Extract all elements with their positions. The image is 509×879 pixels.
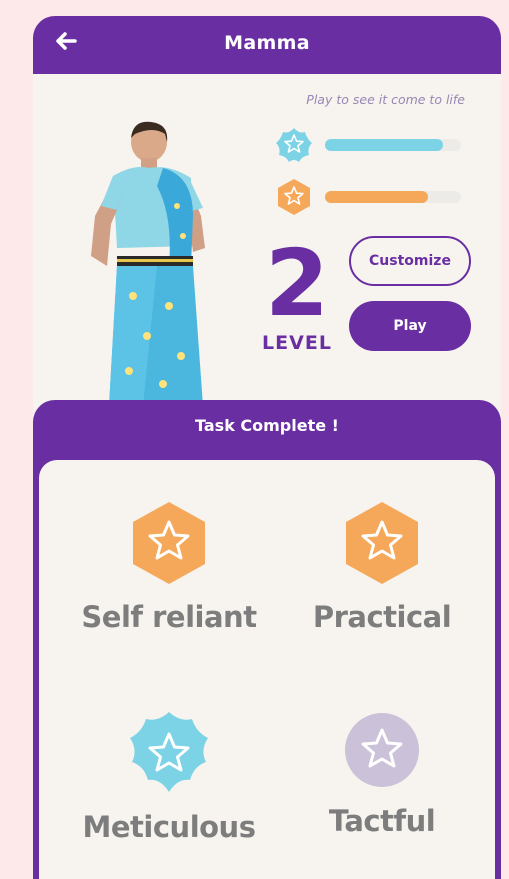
stat-meticulous-progress bbox=[275, 126, 465, 162]
trait-label: Self reliant bbox=[81, 600, 257, 634]
stat-track bbox=[325, 139, 461, 151]
lavender-circle-star-icon bbox=[345, 713, 419, 787]
trait-label: Practical bbox=[312, 600, 452, 634]
trait-meticulous: Meticulous bbox=[69, 710, 269, 844]
level-number: 2 bbox=[264, 230, 329, 337]
character-screen: Mamma Play to see it come to life 2 LEVE… bbox=[33, 16, 501, 879]
stat-track bbox=[325, 191, 461, 203]
task-complete-sheet: Task Complete ! Self reliant Practical M… bbox=[33, 400, 501, 879]
trait-practical: Practical bbox=[282, 500, 482, 634]
play-hint: Play to see it come to life bbox=[306, 92, 465, 107]
sheet-title: Task Complete ! bbox=[195, 416, 339, 435]
page-title: Mamma bbox=[224, 32, 310, 54]
top-bar: Mamma bbox=[33, 16, 501, 74]
stat-fill bbox=[325, 191, 429, 203]
trait-label: Tactful bbox=[328, 804, 436, 838]
orange-hexagon-star-icon bbox=[133, 502, 205, 584]
customize-button[interactable]: Customize bbox=[349, 236, 471, 286]
cyan-star-badge-icon bbox=[276, 128, 312, 162]
traits-panel: Self reliant Practical Meticulous Tactfu… bbox=[39, 460, 495, 879]
stat-fill bbox=[325, 139, 444, 151]
orange-hexagon-star-icon bbox=[346, 502, 418, 584]
play-button[interactable]: Play bbox=[349, 301, 471, 351]
level-label: LEVEL bbox=[262, 332, 332, 354]
cyan-flower-star-icon bbox=[130, 712, 208, 792]
character-avatar[interactable] bbox=[73, 116, 223, 416]
trait-tactful: Tactful bbox=[282, 710, 482, 838]
trait-label: Meticulous bbox=[82, 810, 256, 844]
trait-self-reliant: Self reliant bbox=[69, 500, 269, 634]
orange-star-badge-icon bbox=[278, 179, 310, 215]
stat-self-reliant-progress bbox=[275, 178, 465, 215]
